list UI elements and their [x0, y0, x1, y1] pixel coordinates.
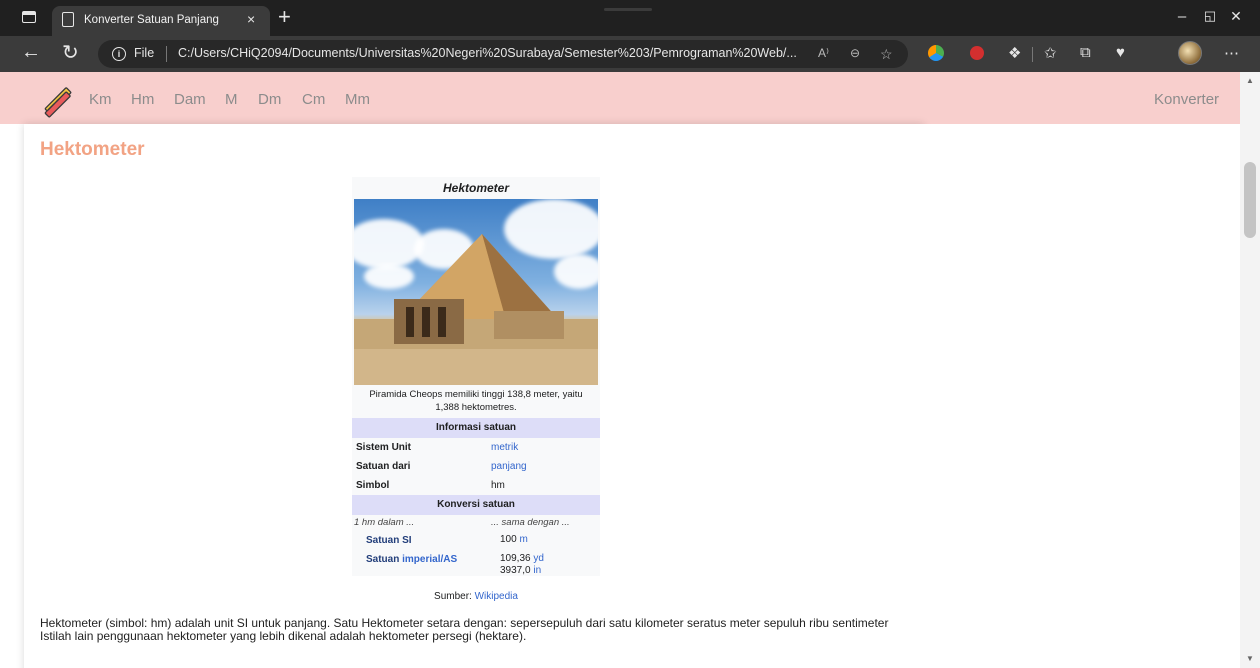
tab-konverter[interactable]: Konverter Satuan Panjang ×	[52, 6, 270, 36]
conversion-header-left: 1 hm dalam ...	[354, 517, 415, 528]
satuan-si-link[interactable]: Satuan SI	[366, 531, 412, 550]
address-bar[interactable]: i File C:/Users/CHiQ2094/Documents/Unive…	[98, 40, 908, 68]
infobox-row-simbol: Simbol hm	[352, 476, 600, 495]
conversion-header: 1 hm dalam ... ... sama dengan ...	[352, 515, 600, 531]
site-navbar: Km Hm Dam M Dm Cm Mm Konverter	[0, 72, 1240, 124]
nav-link-m[interactable]: M	[225, 91, 238, 108]
value-number: 100	[500, 534, 517, 545]
favorites-icon[interactable]: ✩	[1044, 44, 1057, 62]
browser-toolbar: ← ↻ i File C:/Users/CHiQ2094/Documents/U…	[0, 36, 1260, 72]
conversion-value-imperial: 109,36 yd 3937,0 in	[500, 553, 544, 577]
conversion-header-right: ... sama dengan ...	[491, 517, 570, 528]
more-menu-icon[interactable]: ⋯	[1224, 44, 1239, 62]
close-tab-icon[interactable]: ×	[247, 11, 255, 27]
unit-link[interactable]: m	[519, 534, 527, 545]
browser-tab-bar: Konverter Satuan Panjang × + – ◱ ✕	[0, 0, 1260, 36]
restore-button[interactable]: ◱	[1200, 8, 1220, 24]
read-aloud-icon[interactable]: A⁾	[818, 46, 829, 60]
scroll-thumb[interactable]	[1244, 162, 1256, 238]
row-value-link[interactable]: metrik	[491, 438, 518, 457]
infobox-caption: Piramida Cheops memiliki tinggi 138,8 me…	[369, 389, 583, 413]
main-content-card: Hektometer Hektometer Piramida Cheops me…	[24, 124, 924, 668]
page-icon	[62, 12, 74, 27]
back-arrow-icon[interactable]: ←	[21, 41, 41, 64]
health-icon[interactable]: ♥	[1116, 44, 1125, 61]
pyramid-photo	[354, 199, 598, 385]
imperial-link[interactable]: imperial/AS	[402, 554, 457, 565]
row-key: Simbol	[356, 480, 390, 491]
info-icon[interactable]: i	[112, 47, 126, 61]
page-title: Hektometer	[40, 139, 145, 160]
ruler-pencil-logo-icon[interactable]	[40, 84, 74, 118]
ublock-icon[interactable]	[970, 46, 984, 60]
nav-link-dm[interactable]: Dm	[258, 91, 281, 108]
nav-link-konverter[interactable]: Konverter	[1154, 91, 1219, 108]
extension-icon[interactable]	[928, 45, 944, 61]
infobox: Hektometer Piramida Cheops memiliki ting…	[352, 177, 600, 576]
favorite-add-icon[interactable]: ☆	[880, 46, 893, 63]
profile-avatar[interactable]	[1178, 41, 1202, 65]
conversion-row-si: Satuan SI 100 m	[352, 531, 600, 550]
source-link[interactable]: Wikipedia	[475, 591, 518, 602]
conversion-value-si: 100 m	[500, 534, 528, 546]
nav-link-cm[interactable]: Cm	[302, 91, 325, 108]
collections-icon[interactable]: ⧉	[1080, 44, 1091, 61]
source-label: Sumber:	[434, 591, 472, 602]
close-window-button[interactable]: ✕	[1226, 8, 1246, 25]
nav-link-km[interactable]: Km	[89, 91, 112, 108]
row-key: Sistem Unit	[356, 442, 412, 453]
address-url[interactable]: C:/Users/CHiQ2094/Documents/Universitas%…	[178, 46, 797, 60]
extensions-icon[interactable]: ❖	[1008, 44, 1021, 62]
infobox-row-satuan-dari: Satuan dari panjang	[352, 457, 600, 476]
nav-link-hm[interactable]: Hm	[131, 91, 154, 108]
new-tab-button[interactable]: +	[278, 6, 291, 28]
vertical-scrollbar[interactable]: ▲ ▼	[1240, 72, 1260, 668]
scroll-up-arrow-icon[interactable]: ▲	[1246, 76, 1254, 85]
minimize-button[interactable]: –	[1172, 8, 1192, 25]
unit-link[interactable]: in	[533, 565, 541, 576]
row-value-link[interactable]: panjang	[491, 457, 527, 476]
nav-link-dam[interactable]: Dam	[174, 91, 206, 108]
conversion-row-imperial: Satuan imperial/AS 109,36 yd 3937,0 in	[352, 550, 600, 576]
section-informasi-satuan: Informasi satuan	[352, 418, 600, 438]
address-divider	[166, 46, 167, 62]
value-number: 109,36	[500, 553, 531, 564]
zoom-out-icon[interactable]: ⊖	[850, 46, 860, 60]
sidebar-window-icon[interactable]	[22, 11, 36, 23]
nav-link-mm[interactable]: Mm	[345, 91, 370, 108]
conversion-key-imperial: Satuan imperial/AS	[366, 550, 457, 569]
value-number: 3937,0	[500, 565, 531, 576]
unit-link[interactable]: yd	[533, 553, 544, 564]
description-paragraph: Hektometer (simbol: hm) adalah unit SI u…	[40, 616, 889, 643]
toolbar-divider	[1032, 47, 1033, 62]
row-key: Satuan dari	[356, 461, 411, 472]
key-prefix: Satuan	[366, 554, 400, 565]
infobox-title: Hektometer	[442, 181, 510, 195]
row-value: hm	[491, 480, 505, 491]
section-konversi-satuan: Konversi satuan	[352, 495, 600, 515]
scroll-down-arrow-icon[interactable]: ▼	[1246, 654, 1254, 663]
tab-title: Konverter Satuan Panjang	[84, 14, 219, 26]
page-viewport: Km Hm Dam M Dm Cm Mm Konverter Hektomete…	[0, 72, 1260, 668]
source-line: Sumber: Wikipedia	[352, 591, 600, 602]
drag-handle	[604, 8, 652, 11]
right-gutter	[924, 124, 1240, 668]
reload-icon[interactable]: ↻	[62, 40, 79, 65]
infobox-row-sistem-unit: Sistem Unit metrik	[352, 438, 600, 457]
address-file-label: File	[134, 46, 155, 60]
